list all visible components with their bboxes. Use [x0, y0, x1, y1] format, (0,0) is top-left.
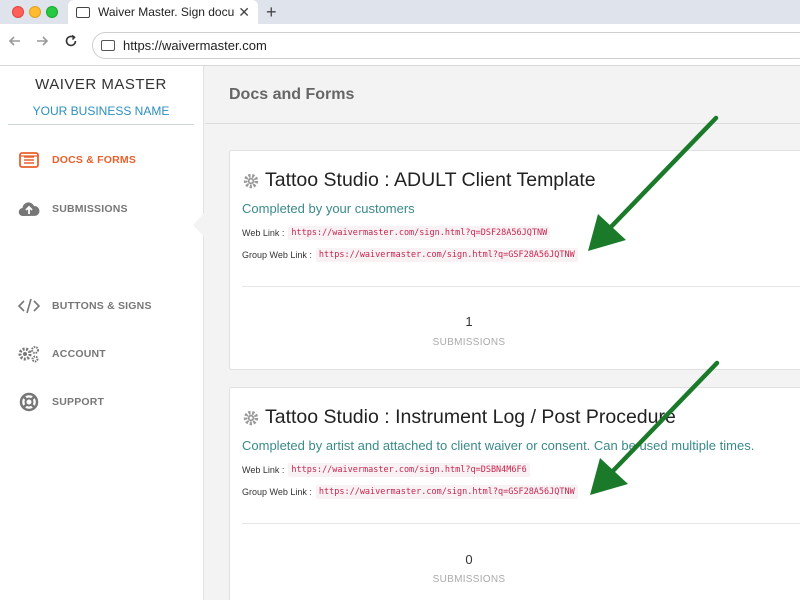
web-link-row: Web Link : https://waivermaster.com/sign… — [242, 463, 530, 477]
form-card: Tattoo Studio : Instrument Log / Post Pr… — [229, 387, 800, 600]
submission-count-label: SUBMISSIONS — [432, 337, 506, 348]
group-link-row: Group Web Link : https://waivermaster.co… — [242, 485, 578, 499]
url-text: https://waivermaster.com — [123, 38, 267, 53]
list-icon — [18, 151, 40, 169]
sidebar-item-buttons-signs[interactable]: BUTTONS & SIGNS — [18, 296, 194, 316]
web-link-row: Web Link : https://waivermaster.com/sign… — [242, 226, 551, 240]
arrow-left-icon — [8, 36, 20, 46]
submission-count[interactable]: 1 — [430, 314, 508, 329]
minimize-window-button[interactable] — [29, 6, 41, 18]
cloud-upload-icon — [18, 200, 40, 218]
tab-close-icon[interactable]: ✕ — [238, 4, 250, 21]
page-icon — [76, 6, 90, 18]
web-link-url[interactable]: https://waivermaster.com/sign.html?q=DSB… — [288, 463, 530, 477]
sidebar-item-submissions[interactable]: SUBMISSIONS — [18, 199, 194, 219]
sidebar-item-docs-forms[interactable]: DOCS & FORMS — [18, 150, 194, 170]
arrow-right-icon — [37, 36, 49, 46]
browser-tab[interactable]: Waiver Master. Sign documents ✕ — [68, 0, 258, 24]
gear-icon[interactable] — [242, 172, 260, 190]
sidebar-item-label: SUBMISSIONS — [52, 203, 128, 215]
sidebar: WAIVER MASTER YOUR BUSINESS NAME DOCS & … — [0, 66, 205, 600]
divider — [8, 124, 194, 125]
form-title[interactable]: Tattoo Studio : Instrument Log / Post Pr… — [242, 406, 676, 429]
web-link-url[interactable]: https://waivermaster.com/sign.html?q=DSF… — [288, 226, 551, 240]
form-description: Completed by artist and attached to clie… — [242, 438, 755, 453]
sidebar-item-label: SUPPORT — [52, 396, 105, 408]
group-link-label: Group Web Link : — [242, 250, 312, 260]
brand-title: WAIVER MASTER — [35, 76, 167, 93]
reload-icon — [65, 34, 77, 47]
page-title: Docs and Forms — [229, 86, 355, 103]
web-link-label: Web Link : — [242, 228, 285, 238]
form-title[interactable]: Tattoo Studio : ADULT Client Template — [242, 169, 596, 192]
close-window-button[interactable] — [12, 6, 24, 18]
web-link-label: Web Link : — [242, 465, 285, 475]
group-link-row: Group Web Link : https://waivermaster.co… — [242, 248, 578, 262]
tab-title: Waiver Master. Sign documents — [98, 5, 235, 19]
sidebar-item-support[interactable]: SUPPORT — [18, 392, 194, 412]
tab-bar: Waiver Master. Sign documents ✕ + — [0, 0, 800, 24]
submission-count[interactable]: 0 — [430, 552, 508, 567]
form-card: Tattoo Studio : ADULT Client Template Co… — [229, 150, 800, 370]
maximize-window-button[interactable] — [46, 6, 58, 18]
form-title-text: Tattoo Studio : ADULT Client Template — [265, 169, 596, 191]
active-pointer — [193, 212, 205, 238]
form-title-text: Tattoo Studio : Instrument Log / Post Pr… — [265, 406, 676, 428]
business-name-link[interactable]: YOUR BUSINESS NAME — [8, 104, 194, 118]
reload-button[interactable] — [64, 34, 78, 54]
group-link-url[interactable]: https://waivermaster.com/sign.html?q=GSF… — [315, 248, 578, 262]
code-icon — [18, 297, 40, 315]
new-tab-button[interactable]: + — [266, 1, 277, 23]
gears-icon — [18, 345, 40, 363]
divider — [242, 523, 800, 524]
site-icon — [101, 40, 115, 51]
address-bar[interactable]: https://waivermaster.com — [92, 32, 800, 59]
sidebar-item-label: BUTTONS & SIGNS — [52, 300, 152, 312]
main-header: Docs and Forms — [205, 66, 800, 124]
back-button[interactable] — [8, 34, 22, 54]
browser-toolbar: https://waivermaster.com — [0, 24, 800, 66]
group-link-url[interactable]: https://waivermaster.com/sign.html?q=GSF… — [315, 485, 578, 499]
form-description: Completed by your customers — [242, 201, 415, 216]
sidebar-item-account[interactable]: ACCOUNT — [18, 344, 194, 364]
group-link-label: Group Web Link : — [242, 487, 312, 497]
divider — [242, 286, 800, 287]
sidebar-item-label: ACCOUNT — [52, 348, 106, 360]
lifebuoy-icon — [18, 392, 40, 412]
forward-button[interactable] — [35, 34, 49, 54]
sidebar-item-label: DOCS & FORMS — [52, 154, 137, 166]
submission-count-label: SUBMISSIONS — [432, 574, 506, 585]
gear-icon[interactable] — [242, 409, 260, 427]
